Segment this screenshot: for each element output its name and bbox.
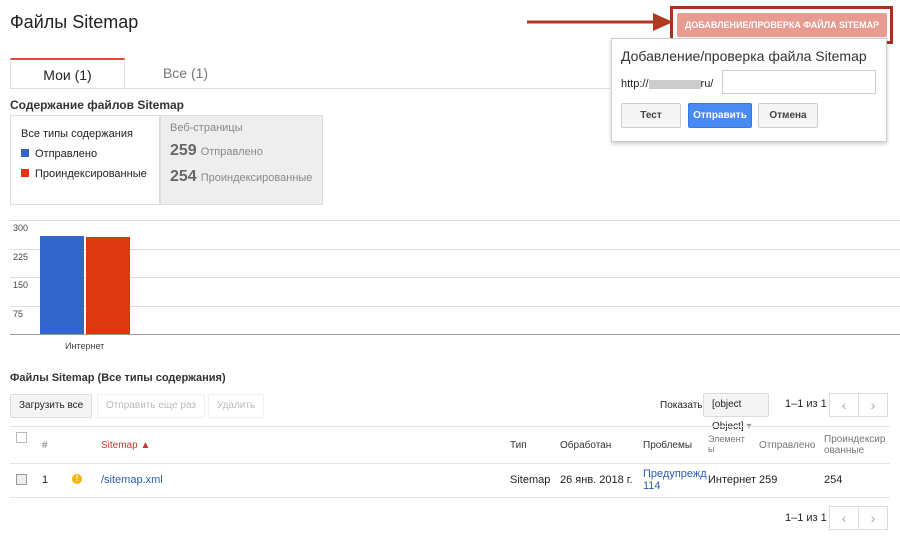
gridline bbox=[10, 248, 900, 250]
tab-all[interactable]: Все (1) bbox=[128, 58, 243, 88]
files-section-title: Файлы Sitemap (Все типы содержания) bbox=[10, 372, 226, 384]
sitemap-link[interactable]: /sitemap.xml bbox=[101, 474, 163, 486]
legend-box[interactable]: Все типы содержания Отправлено Проиндекс… bbox=[10, 115, 160, 205]
legend-item-indexed: Проиндексированные bbox=[21, 164, 149, 184]
col-elements[interactable]: Элемент ы bbox=[708, 434, 748, 454]
show-label: Показать bbox=[660, 400, 703, 411]
popup-title: Добавление/проверка файла Sitemap bbox=[621, 48, 867, 64]
resend-button[interactable]: Отправить еще раз bbox=[97, 394, 205, 418]
webpages-submitted: 259 Отправлено bbox=[170, 142, 263, 159]
col-num: # bbox=[42, 440, 48, 451]
content-section-title: Содержание файлов Sitemap bbox=[10, 98, 184, 112]
row-checkbox[interactable] bbox=[16, 474, 27, 485]
gridline bbox=[10, 277, 900, 278]
bar-submitted[interactable] bbox=[40, 235, 84, 334]
rows-per-page-select[interactable]: [object Object] ▾ bbox=[703, 393, 769, 432]
y-tick-label: 225 bbox=[13, 251, 29, 262]
legend-item-submitted: Отправлено bbox=[21, 144, 149, 164]
row-processed: 26 янв. 2018 г. bbox=[560, 474, 633, 486]
webpages-title: Веб-страницы bbox=[170, 122, 243, 134]
tab-divider bbox=[10, 88, 610, 89]
legend-title: Все типы содержания bbox=[21, 128, 133, 140]
row-indexed: 254 bbox=[824, 474, 843, 486]
add-sitemap-popup: Добавление/проверка файла Sitemap http:/… bbox=[611, 38, 887, 142]
tab-mine[interactable]: Мои (1) bbox=[10, 58, 125, 88]
y-tick-label: 75 bbox=[13, 308, 24, 319]
x-tick-label: Интернет bbox=[65, 341, 105, 351]
issues-link[interactable]: Предупрежд. 114 bbox=[643, 468, 707, 492]
y-tick-label: 150 bbox=[13, 280, 29, 290]
webpages-indexed: 254 Проиндексированные bbox=[170, 168, 313, 185]
select-all-checkbox[interactable] bbox=[16, 432, 27, 443]
load-all-button[interactable]: Загрузить все bbox=[10, 394, 93, 418]
bar-indexed[interactable] bbox=[86, 237, 130, 334]
col-indexed[interactable]: Проиндексир ованные bbox=[824, 434, 890, 456]
col-type[interactable]: Тип bbox=[510, 440, 527, 451]
next-page-button-bottom[interactable]: › bbox=[858, 506, 888, 530]
prev-page-button-bottom[interactable]: ‹ bbox=[829, 506, 859, 530]
prev-page-button[interactable]: ‹ bbox=[829, 393, 859, 417]
row-type: Sitemap bbox=[510, 474, 551, 486]
row-num: 1 bbox=[42, 474, 49, 486]
col-submitted[interactable]: Отправлено bbox=[759, 440, 815, 451]
row-elements: Интернет bbox=[708, 474, 756, 486]
delete-button[interactable]: Удалить bbox=[208, 394, 265, 418]
pagination-range-bottom: 1–1 из 1 bbox=[785, 512, 827, 524]
x-axis bbox=[10, 334, 900, 335]
col-processed[interactable]: Обработан bbox=[560, 440, 611, 451]
arrow-annotation-icon bbox=[527, 13, 673, 31]
y-tick-label: 300 bbox=[13, 223, 29, 233]
page-title: Файлы Sitemap bbox=[10, 12, 139, 32]
col-issues[interactable]: Проблемы bbox=[643, 440, 692, 451]
webpages-box[interactable]: Веб-страницы 259 Отправлено 254 Проиндекси… bbox=[160, 115, 323, 205]
cancel-button[interactable]: Отмена bbox=[758, 103, 818, 128]
gridline bbox=[10, 305, 900, 307]
pagination-range: 1–1 из 1 bbox=[785, 398, 827, 410]
col-sitemap[interactable]: Sitemap ▲ bbox=[101, 440, 150, 451]
warning-icon: ! bbox=[72, 474, 82, 484]
next-page-button[interactable]: › bbox=[858, 393, 888, 417]
row-submitted: 259 bbox=[759, 474, 778, 486]
url-prefix: http://ru/ bbox=[621, 78, 714, 90]
add-sitemap-button[interactable]: ДОБАВЛЕНИЕ/ПРОВЕРКА ФАЙЛА SITEMAP bbox=[677, 13, 887, 37]
gridline bbox=[10, 220, 900, 221]
submit-button[interactable]: Отправить bbox=[688, 103, 752, 128]
sitemap-url-input[interactable] bbox=[722, 70, 876, 94]
test-button[interactable]: Тест bbox=[621, 103, 681, 128]
